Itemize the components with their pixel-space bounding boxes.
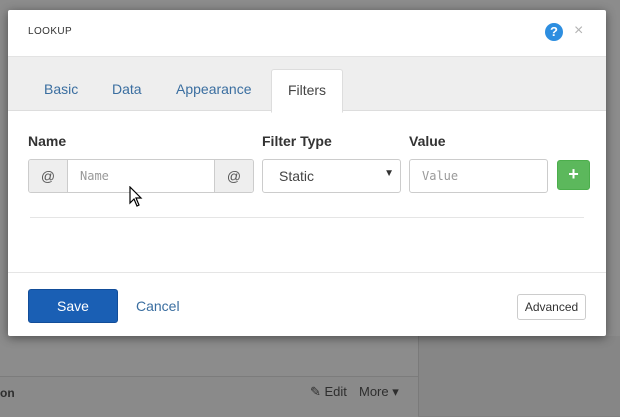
filter-type-select[interactable]: Static ▼ (262, 159, 401, 193)
name-prefix-addon: @ (29, 160, 68, 192)
value-label: Value (409, 133, 446, 149)
background-edit-link: ✎ Edit (310, 384, 347, 399)
tab-filters[interactable]: Filters (271, 69, 343, 113)
close-icon[interactable]: × (574, 22, 583, 40)
background-toolbar (0, 376, 418, 417)
lookup-modal: LOOKUP ? × Basic Data Appearance Filters… (8, 10, 606, 336)
background-panel (418, 336, 620, 416)
footer-divider (8, 272, 606, 273)
caret-down-icon: ▼ (384, 168, 394, 179)
tab-data[interactable]: Data (112, 57, 142, 110)
tab-appearance[interactable]: Appearance (176, 57, 252, 110)
value-input[interactable] (409, 159, 548, 193)
cancel-link[interactable]: Cancel (136, 298, 180, 314)
add-filter-button[interactable]: + (557, 160, 590, 190)
tab-basic[interactable]: Basic (44, 57, 78, 110)
save-button[interactable]: Save (28, 289, 118, 323)
filter-type-selected: Static (279, 168, 315, 184)
content-divider (30, 217, 584, 218)
name-suffix-addon: @ (214, 160, 253, 192)
advanced-button[interactable]: Advanced (517, 294, 586, 320)
plus-icon: + (568, 164, 579, 184)
mouse-cursor-icon (129, 186, 143, 207)
modal-header: LOOKUP ? × (8, 10, 606, 56)
filter-type-label: Filter Type (262, 133, 332, 149)
background-section-label: on (0, 386, 15, 400)
name-label: Name (28, 133, 67, 149)
question-circle-icon[interactable]: ? (545, 23, 563, 41)
modal-title: LOOKUP (28, 26, 73, 37)
background-more-menu: More ▾ (359, 384, 399, 399)
tab-bar: Basic Data Appearance Filters (8, 56, 606, 113)
